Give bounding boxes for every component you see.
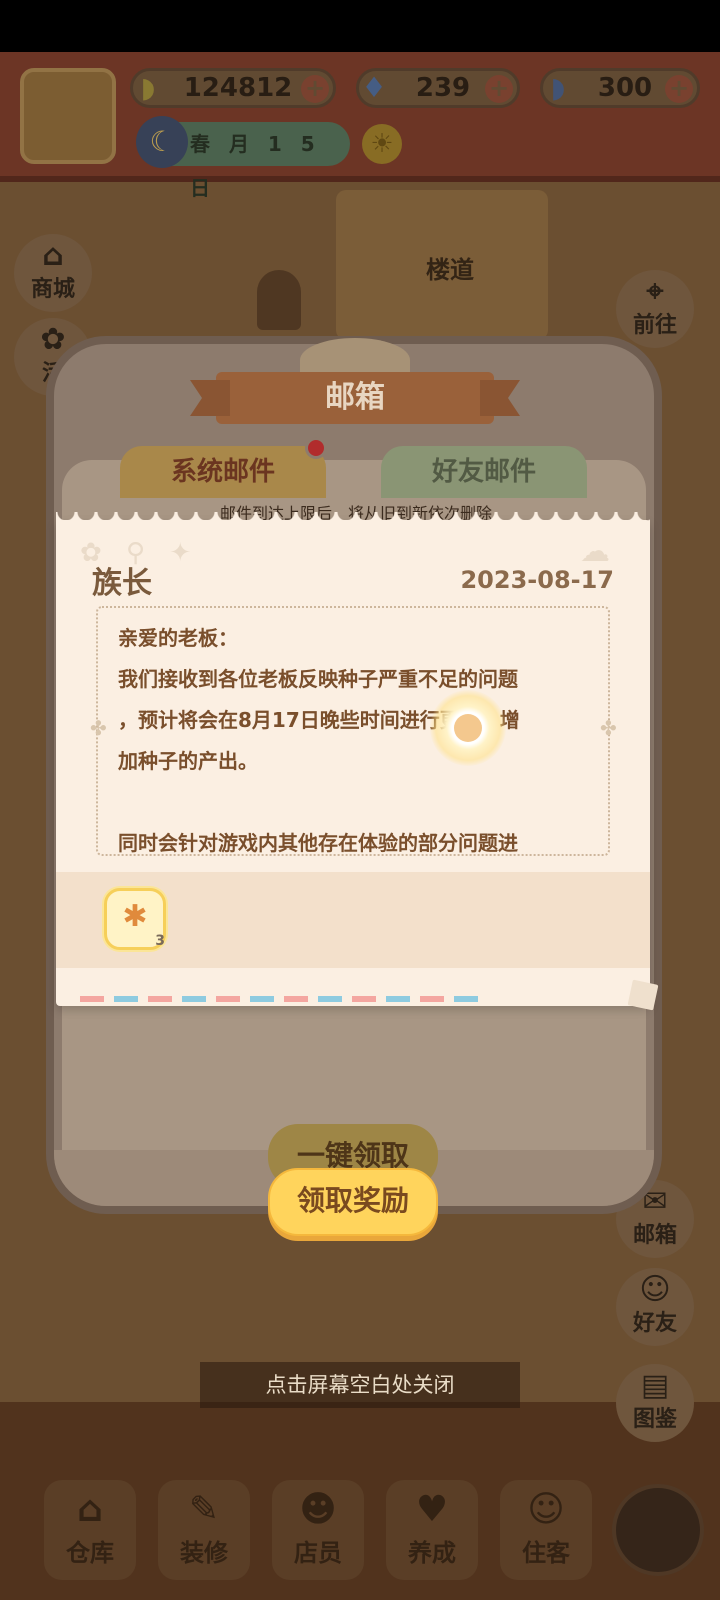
mail-line: 加种子的产出。 [118,749,258,773]
reward-quantity: 3 [155,933,165,949]
mail-greeting: 亲爱的老板： [118,626,238,650]
claim-reward-button[interactable]: 领取奖励 [268,1168,438,1236]
close-hint: 点击屏幕空白处关闭 [0,1362,720,1408]
tab-friend-mail[interactable]: 好友邮件 [381,446,587,498]
tab-system-mail[interactable]: 系统邮件 [120,446,326,498]
paw-drumstick-icon: ✱ [122,899,148,934]
tap-glow-indicator [430,690,506,766]
letter-scallop-edge [56,512,650,526]
letter-page-curl [627,979,659,1011]
mail-line: ，预计将会在8月17日晚些时间进行更新，增 [118,708,520,732]
mail-date: 2023-08-17 [460,566,614,594]
notification-dot [305,437,327,459]
reward-item[interactable]: ✱ 3 [104,888,166,950]
close-hint-text: 点击屏幕空白处关闭 [265,1373,455,1397]
mail-sender: 族长 [92,566,152,601]
clover-left-icon: ✤ [90,716,107,740]
airmail-stripe [80,996,480,1002]
mail-body[interactable]: 亲爱的老板： 我们接收到各位老板反映种子严重不足的问题 ，预计将会在8月17日晚… [96,606,610,856]
mail-line: 同时会针对游戏内其他存在体验的部分问题进 [118,831,518,855]
cat-doodle-decoration: ☁ [580,534,610,569]
mailbox-title: 邮箱 [216,372,494,424]
clover-right-icon: ✤ [600,716,617,740]
mail-line: 我们接收到各位老板反映种子严重不足的问题 [118,667,518,691]
mail-line-blank [118,782,588,823]
